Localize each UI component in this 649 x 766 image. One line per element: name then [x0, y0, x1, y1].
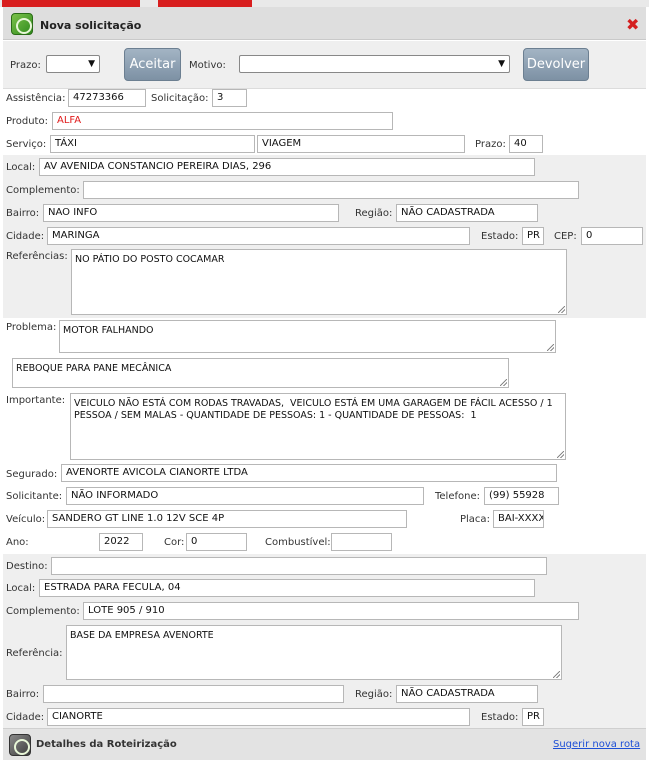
estado-field[interactable]: PR [522, 227, 544, 245]
veiculo-field[interactable]: SANDERO GT LINE 1.0 12V SCE 4P [47, 510, 407, 528]
estado-label: Estado: [481, 231, 519, 242]
destino-referencia-label: Referência: [6, 648, 63, 659]
combustivel-label: Combustível: [265, 537, 331, 548]
cidade-label: Cidade: [6, 231, 45, 242]
top-tab-right[interactable] [158, 0, 252, 7]
prazo-servico-field[interactable]: 40 [509, 135, 543, 153]
destino-cidade-label: Cidade: [6, 712, 45, 723]
bairro-label: Bairro: [6, 208, 40, 219]
destino-referencia-textarea[interactable]: BASE DA EMPRESA AVENORTE [66, 625, 562, 680]
prazo-select[interactable]: ▼ [46, 55, 100, 73]
segurado-field[interactable]: AVENORTE AVICOLA CIANORTE LTDA [61, 464, 557, 482]
top-tab-left[interactable] [2, 0, 140, 7]
assistencia-label: Assistência: [6, 93, 66, 104]
destino-regiao-label: Região: [355, 689, 393, 700]
globe-icon [9, 734, 31, 756]
motivo-label: Motivo: [189, 60, 226, 71]
veiculo-label: Veículo: [6, 514, 46, 525]
problema-label: Problema: [6, 322, 57, 333]
referencias-textarea[interactable]: NO PÁTIO DO POSTO COCAMAR [71, 249, 567, 315]
roteirizacao-bar: Detalhes da Roteirização Sugerir nova ro… [3, 728, 646, 760]
servico-tipo-field[interactable]: VIAGEM [257, 135, 465, 153]
referencias-label: Referências: [6, 251, 68, 262]
prazo-servico-label: Prazo: [475, 139, 506, 150]
dialog-title: Nova solicitação [40, 19, 142, 32]
regiao-field[interactable]: NÃO CADASTRADA [396, 204, 538, 222]
cor-field[interactable]: 0 [186, 533, 247, 551]
servico-label: Serviço: [6, 139, 47, 150]
destino-field[interactable] [51, 557, 547, 575]
complemento-label: Complemento: [6, 185, 80, 196]
globe-icon [11, 13, 33, 35]
close-icon[interactable]: ✖ [626, 16, 639, 34]
cep-field[interactable]: 0 [581, 227, 643, 245]
importante-textarea[interactable]: VEICULO NÃO ESTÁ COM RODAS TRAVADAS, VEI… [70, 393, 566, 460]
destino-local-field[interactable]: ESTRADA PARA FECULA, 04 [39, 579, 535, 597]
placa-label: Placa: [460, 514, 490, 525]
solicitacao-field[interactable]: 3 [212, 89, 247, 107]
segurado-label: Segurado: [6, 469, 58, 480]
local-label: Local: [6, 162, 36, 173]
destino-label: Destino: [6, 561, 48, 572]
ano-field[interactable]: 2022 [99, 533, 143, 551]
solicitante-field[interactable]: NÃO INFORMADO [66, 487, 424, 505]
produto-field[interactable]: ALFA [52, 112, 393, 130]
solicitante-label: Solicitante: [6, 491, 63, 502]
destino-bairro-field[interactable] [43, 685, 344, 703]
local-field[interactable]: AV AVENIDA CONSTANCIO PEREIRA DIAS, 296 [39, 158, 535, 176]
cor-label: Cor: [164, 537, 185, 548]
servico-field[interactable]: TÁXI [50, 135, 255, 153]
sugerir-nova-rota-link[interactable]: Sugerir nova rota [553, 739, 640, 750]
destino-complemento-label: Complemento: [6, 606, 80, 617]
placa-field[interactable]: BAI-XXXX [493, 510, 544, 528]
complemento-field[interactable] [83, 181, 579, 199]
destino-regiao-field[interactable]: NÃO CADASTRADA [396, 685, 538, 703]
bairro-field[interactable]: NAO INFO [43, 204, 339, 222]
problema-textarea[interactable]: MOTOR FALHANDO [59, 320, 556, 353]
aceitar-button[interactable]: Aceitar [124, 48, 181, 81]
ano-label: Ano: [6, 537, 29, 548]
chevron-down-icon: ▼ [498, 59, 505, 69]
dialog-titlebar: Nova solicitação ✖ [3, 7, 646, 40]
solicitacao-label: Solicitação: [151, 93, 209, 104]
destino-bairro-label: Bairro: [6, 689, 40, 700]
servico-descricao-textarea[interactable]: REBOQUE PARA PANE MECÂNICA [12, 358, 509, 388]
telefone-label: Telefone: [435, 491, 480, 502]
prazo-label: Prazo: [10, 60, 41, 71]
telefone-field[interactable]: (99) 55928 [484, 487, 559, 505]
produto-label: Produto: [6, 116, 48, 127]
destino-estado-field[interactable]: PR [522, 708, 544, 726]
importante-label: Importante: [6, 395, 66, 406]
roteirizacao-title: Detalhes da Roteirização [36, 739, 177, 750]
destino-estado-label: Estado: [481, 712, 519, 723]
motivo-select[interactable]: ▼ [239, 55, 510, 73]
cep-label: CEP: [554, 231, 577, 242]
destino-local-label: Local: [6, 583, 36, 594]
assistencia-field[interactable]: 47273366 [68, 89, 146, 107]
destino-cidade-field[interactable]: CIANORTE [47, 708, 470, 726]
devolver-button[interactable]: Devolver [523, 48, 589, 81]
cidade-field[interactable]: MARINGA [47, 227, 470, 245]
combustivel-field[interactable] [331, 533, 392, 551]
regiao-label: Região: [355, 208, 393, 219]
destino-complemento-field[interactable]: LOTE 905 / 910 [83, 602, 579, 620]
chevron-down-icon: ▼ [88, 59, 95, 69]
